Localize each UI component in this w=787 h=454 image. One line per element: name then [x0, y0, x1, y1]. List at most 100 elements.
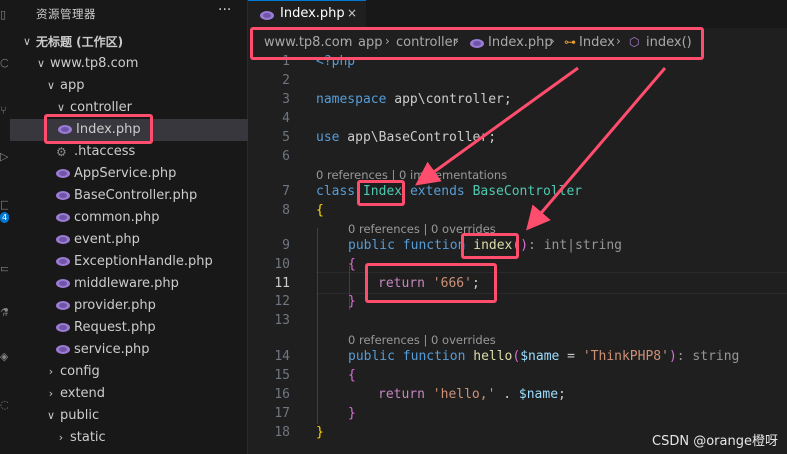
- account-icon[interactable]: ◌: [0, 398, 8, 412]
- line-number: 14: [274, 349, 290, 364]
- tree-item-label: AppService.php: [74, 166, 177, 181]
- chevron-right-icon: ›: [48, 387, 54, 400]
- annotation-box-class-name: [357, 180, 405, 206]
- remote-icon[interactable]: ▭: [0, 262, 8, 276]
- chevron-down-icon: ∨: [46, 409, 56, 422]
- tree-item[interactable]: ∨ public: [10, 405, 248, 427]
- extensions-badge: 4: [0, 212, 9, 223]
- line-number: 18: [274, 425, 290, 440]
- php-file-icon: [56, 235, 70, 245]
- annotation-box-method-name: [461, 233, 519, 259]
- chevron-down-icon: ∨: [36, 57, 46, 70]
- tree-item-label: extend: [60, 386, 106, 401]
- tree-item[interactable]: › static: [10, 427, 248, 449]
- code-line-16: return 'hello,' . $name;: [378, 387, 566, 402]
- code-line-15: {: [348, 368, 356, 383]
- php-file-icon: [56, 257, 70, 267]
- tree-item-label: BaseController.php: [74, 188, 198, 203]
- codelens-class[interactable]: 0 references | 0 implementations: [316, 168, 507, 182]
- docker-icon[interactable]: ◈: [0, 350, 8, 364]
- annotation-box-return-line: [365, 263, 497, 303]
- tree-item[interactable]: middleware.php: [10, 273, 248, 295]
- tree-item[interactable]: service.php: [10, 339, 248, 361]
- annotation-box-sidebar-file: [44, 114, 153, 144]
- close-icon[interactable]: ×: [347, 6, 357, 20]
- tree-item-label: Request.php: [74, 320, 156, 335]
- code-line-17: }: [348, 406, 356, 421]
- gear-icon: ⚙: [56, 145, 67, 159]
- tab-index-php[interactable]: Index.php ×: [248, 0, 366, 28]
- tree-item[interactable]: provider.php: [10, 295, 248, 317]
- code-line-10: {: [348, 257, 356, 272]
- chevron-right-icon: ›: [48, 365, 54, 378]
- run-debug-icon[interactable]: ▷: [0, 150, 8, 164]
- explorer-icon[interactable]: ▯: [0, 8, 8, 22]
- tree-item[interactable]: AppService.php: [10, 163, 248, 185]
- code-line-18: }: [316, 425, 324, 440]
- line-number: 9: [282, 238, 290, 253]
- tree-item-label: provider.php: [74, 298, 156, 313]
- search-icon[interactable]: ○: [0, 56, 8, 70]
- tree-item-label: public: [60, 408, 100, 423]
- line-number: 6: [282, 149, 290, 164]
- line-number: 4: [282, 111, 290, 126]
- tree-item-label: service.php: [74, 342, 150, 357]
- explorer-sidebar: 资源管理器 ··· ∨ 无标题 (工作区) ∨ www.tp8.com ∨ app ∨ con…: [10, 0, 248, 454]
- tree-item-label: .htaccess: [74, 144, 136, 159]
- watermark: CSDN @orange橙呀: [652, 434, 778, 449]
- php-file-icon: [56, 323, 70, 333]
- line-number: 3: [282, 92, 290, 107]
- php-file-icon: [56, 169, 70, 179]
- line-number: 8: [282, 203, 290, 218]
- indent-guide: [317, 228, 318, 424]
- tree-item[interactable]: BaseController.php: [10, 185, 248, 207]
- code-line-12: }: [348, 294, 356, 309]
- line-number: 10: [274, 257, 290, 272]
- line-number: 11: [274, 276, 290, 291]
- tree-item[interactable]: ExceptionHandle.php: [10, 251, 248, 273]
- tree-item[interactable]: › config: [10, 361, 248, 383]
- activity-bar: ▯ ○ ⑂ ▷ □ 4 ▭ ⚗ ◈ ◌: [0, 0, 10, 454]
- tree-item[interactable]: Request.php: [10, 317, 248, 339]
- line-number: 16: [274, 387, 290, 402]
- codelens-hello[interactable]: 0 references | 0 overrides: [348, 333, 496, 347]
- php-file-icon: [56, 279, 70, 289]
- chevron-down-icon: ∨: [46, 79, 56, 92]
- line-number: 15: [274, 368, 290, 383]
- tree-item[interactable]: ∨ www.tp8.com: [10, 53, 248, 75]
- source-control-icon[interactable]: ⑂: [0, 104, 8, 118]
- tree-item-label: event.php: [74, 232, 140, 247]
- tree-item-label: common.php: [74, 210, 160, 225]
- line-number: 12: [274, 294, 290, 309]
- tab-label: Index.php: [280, 6, 345, 21]
- tree-item[interactable]: event.php: [10, 229, 248, 251]
- tree-item-label: static: [70, 430, 106, 445]
- tree-item[interactable]: ∨ app: [10, 75, 248, 97]
- php-file-icon: [56, 301, 70, 311]
- extensions-icon[interactable]: □: [0, 198, 8, 212]
- testing-icon[interactable]: ⚗: [0, 306, 8, 320]
- tree-item-label: ExceptionHandle.php: [74, 254, 213, 269]
- line-number: 5: [282, 130, 290, 145]
- tree-item[interactable]: ∨ 无标题 (工作区): [10, 31, 248, 53]
- annotation-box-breadcrumb: [250, 27, 704, 60]
- more-actions-icon[interactable]: ···: [218, 2, 231, 18]
- tree-item[interactable]: ⚙ .htaccess: [10, 141, 248, 163]
- line-number: 7: [282, 184, 290, 199]
- code-line-14: public function hello($name = 'ThinkPHP8…: [348, 349, 740, 364]
- tree-item-label: 无标题 (工作区): [36, 35, 124, 49]
- tree-item-label: config: [60, 364, 100, 379]
- code-line-3: namespace app\controller;: [316, 92, 512, 107]
- tree-item-label: app: [60, 78, 85, 93]
- line-number: 13: [274, 313, 290, 328]
- chevron-right-icon: ›: [58, 431, 64, 444]
- editor-tab-bar: Index.php ×: [248, 0, 787, 28]
- tree-item[interactable]: common.php: [10, 207, 248, 229]
- php-file-icon: [56, 213, 70, 223]
- tree-item[interactable]: › extend: [10, 383, 248, 405]
- php-file-icon: [56, 191, 70, 201]
- line-number: 2: [282, 73, 290, 88]
- php-file-icon: [56, 345, 70, 355]
- php-file-icon: [260, 11, 274, 20]
- code-line-8: {: [316, 203, 324, 218]
